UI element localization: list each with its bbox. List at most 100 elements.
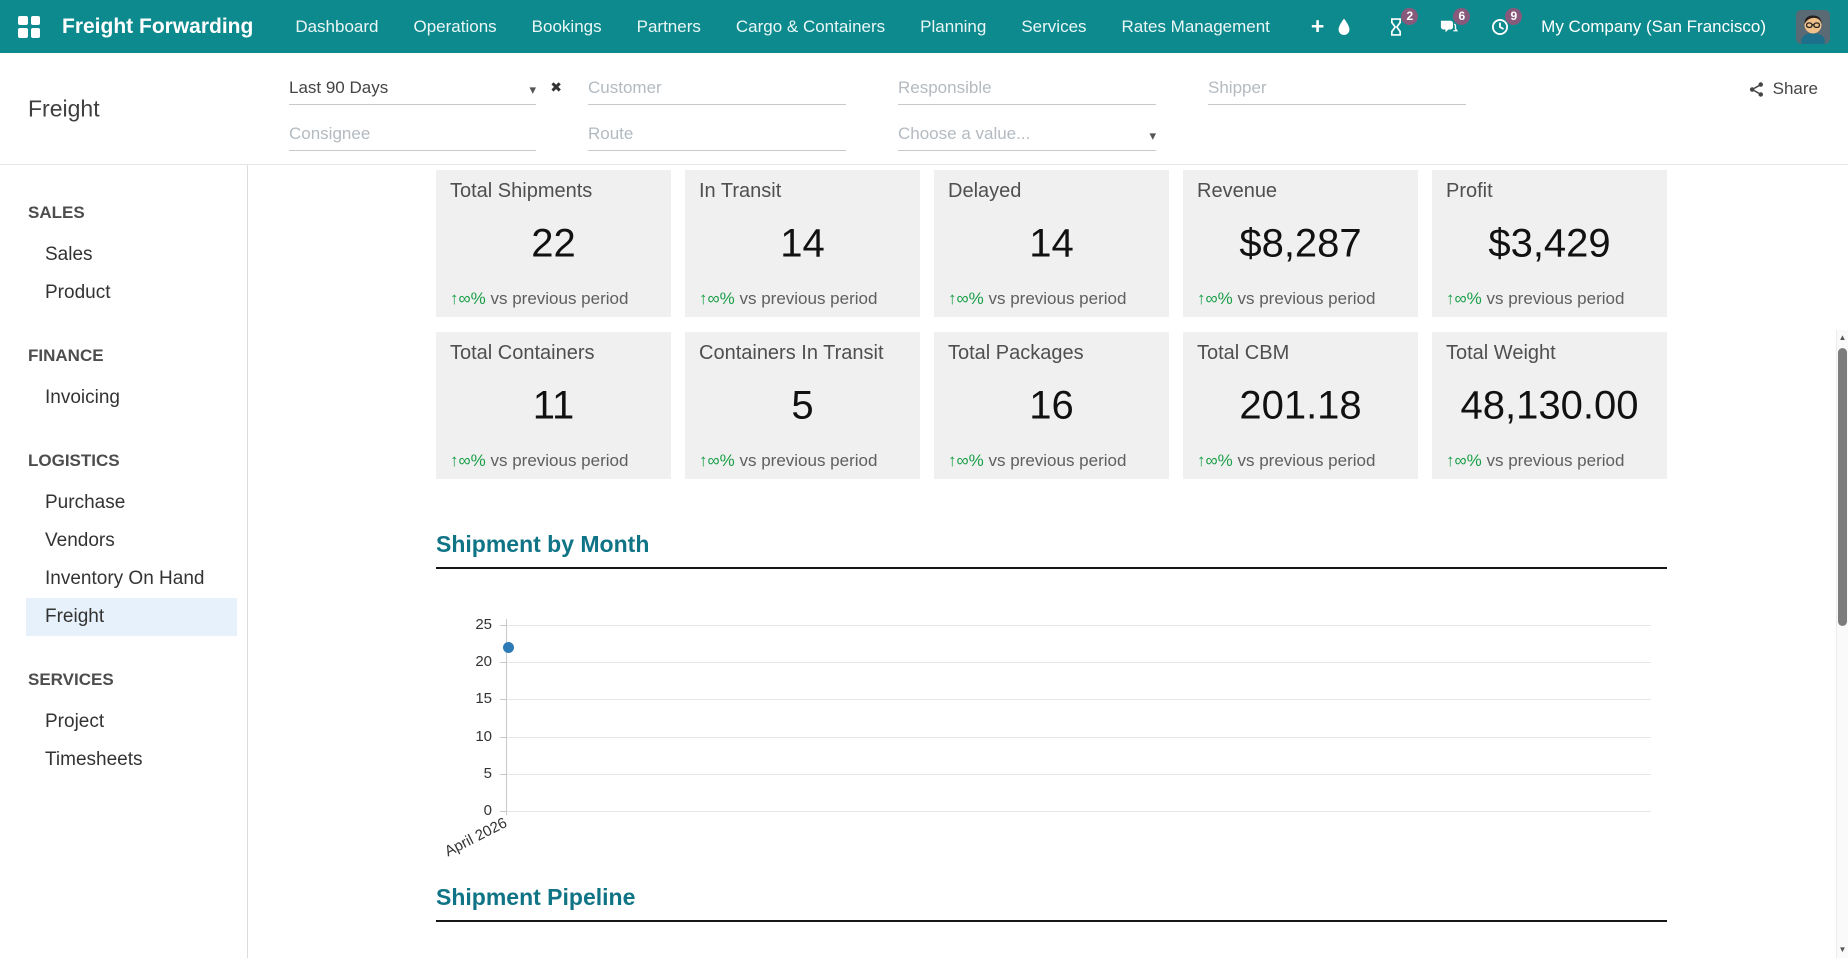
- trend-up-icon: ↑: [1197, 451, 1206, 470]
- customer-filter[interactable]: [588, 69, 846, 105]
- date-range-value[interactable]: Last 90 Days: [289, 78, 523, 98]
- route-input[interactable]: [588, 124, 846, 144]
- menu-item-partners[interactable]: Partners: [637, 17, 701, 37]
- company-switcher[interactable]: My Company (San Francisco): [1541, 17, 1766, 37]
- route-filter[interactable]: [588, 115, 846, 151]
- share-button[interactable]: Share: [1748, 79, 1818, 99]
- scroll-up-arrow[interactable]: ▲: [1837, 332, 1848, 344]
- kpi-value: 14: [934, 221, 1169, 266]
- droplet-icon[interactable]: [1333, 16, 1355, 38]
- date-range-filter[interactable]: Last 90 Days ▾ ✖: [289, 69, 536, 105]
- kpi-value: 11: [436, 383, 671, 428]
- trend-value: ∞%: [1455, 289, 1482, 308]
- kpi-card-total-cbm: Total CBM 201.18 ↑∞% vs previous period: [1183, 332, 1418, 479]
- shipper-input[interactable]: [1208, 78, 1466, 98]
- menu-item-operations[interactable]: Operations: [414, 17, 497, 37]
- kpi-label: Total Weight: [1446, 342, 1653, 365]
- dashboard-content: Total Shipments 22 ↑∞% vs previous perio…: [248, 165, 1848, 958]
- kpi-label: Containers In Transit: [699, 342, 906, 365]
- sidebar-item-product[interactable]: Product: [26, 274, 237, 312]
- consignee-input[interactable]: [289, 124, 536, 144]
- kpi-label: Total Shipments: [450, 180, 657, 203]
- kpi-trend: ↑∞% vs previous period: [1446, 451, 1624, 471]
- responsible-input[interactable]: [898, 78, 1156, 98]
- kpi-value: 22: [436, 221, 671, 266]
- hourglass-icon[interactable]: 2: [1385, 16, 1407, 38]
- hourglass-badge: 2: [1401, 8, 1418, 25]
- kpi-label: Profit: [1446, 180, 1653, 203]
- sidebar-item-inventory-on-hand[interactable]: Inventory On Hand: [26, 560, 237, 598]
- kpi-trend: ↑∞% vs previous period: [450, 289, 628, 309]
- choose-value-select[interactable]: Choose a value... ▾: [898, 115, 1156, 151]
- kpi-trend: ↑∞% vs previous period: [1197, 289, 1375, 309]
- main-menu: Dashboard Operations Bookings Partners C…: [295, 13, 1324, 40]
- menu-item-bookings[interactable]: Bookings: [532, 17, 602, 37]
- kpi-value: 201.18: [1183, 383, 1418, 428]
- trend-up-icon: ↑: [1446, 289, 1455, 308]
- responsible-filter[interactable]: [898, 69, 1156, 105]
- choose-value-placeholder[interactable]: Choose a value...: [898, 124, 1143, 144]
- kpi-value: 14: [685, 221, 920, 266]
- add-menu-button[interactable]: +: [1311, 13, 1324, 40]
- kpi-label: In Transit: [699, 180, 906, 203]
- app-title[interactable]: Freight Forwarding: [62, 15, 253, 39]
- scroll-down-arrow[interactable]: ▼: [1837, 944, 1848, 956]
- sidebar-item-sales[interactable]: Sales: [26, 236, 237, 274]
- caret-down-icon[interactable]: ▾: [1149, 128, 1156, 144]
- kpi-label: Total Packages: [948, 342, 1155, 365]
- shipper-filter[interactable]: [1208, 69, 1466, 105]
- control-panel: Freight Last 90 Days ▾ ✖ Choose a value.…: [0, 53, 1848, 165]
- vertical-scrollbar[interactable]: ▲ ▼: [1836, 330, 1848, 958]
- apps-grid-icon[interactable]: [18, 16, 40, 38]
- trend-up-icon: ↑: [450, 451, 459, 470]
- kpi-label: Delayed: [948, 180, 1155, 203]
- kpi-value: 5: [685, 383, 920, 428]
- trend-value: ∞%: [459, 289, 486, 308]
- chat-icon[interactable]: 6: [1437, 16, 1459, 38]
- menu-item-dashboard[interactable]: Dashboard: [295, 17, 378, 37]
- chart-gridline: [506, 625, 1651, 626]
- activity-clock-icon[interactable]: 9: [1489, 16, 1511, 38]
- page-title: Freight: [28, 95, 100, 122]
- y-axis-tick-label: 10: [436, 728, 492, 746]
- sidebar-item-freight[interactable]: Freight: [26, 598, 237, 636]
- section-title-shipment-pipeline: Shipment Pipeline: [436, 884, 1667, 922]
- menu-item-cargo-containers[interactable]: Cargo & Containers: [736, 17, 885, 37]
- menu-item-planning[interactable]: Planning: [920, 17, 986, 37]
- consignee-filter[interactable]: [289, 115, 536, 151]
- sidebar-header-sales: SALES: [0, 199, 247, 227]
- clear-filter-icon[interactable]: ✖: [550, 79, 562, 96]
- share-icon: [1748, 81, 1765, 98]
- kpi-trend: ↑∞% vs previous period: [1197, 451, 1375, 471]
- sidebar-item-vendors[interactable]: Vendors: [26, 522, 237, 560]
- kpi-trend: ↑∞% vs previous period: [699, 289, 877, 309]
- sidebar-item-invoicing[interactable]: Invoicing: [26, 379, 237, 417]
- trend-up-icon: ↑: [1197, 289, 1206, 308]
- kpi-card-profit: Profit $3,429 ↑∞% vs previous period: [1432, 170, 1667, 317]
- kpi-card-containers-in-transit: Containers In Transit 5 ↑∞% vs previous …: [685, 332, 920, 479]
- chart-gridline: [506, 811, 1651, 812]
- trend-value: ∞%: [1455, 451, 1482, 470]
- trend-up-icon: ↑: [1446, 451, 1455, 470]
- customer-input[interactable]: [588, 78, 846, 98]
- kpi-card-delayed: Delayed 14 ↑∞% vs previous period: [934, 170, 1169, 317]
- scrollbar-thumb[interactable]: [1838, 348, 1847, 626]
- menu-item-services[interactable]: Services: [1021, 17, 1086, 37]
- menu-item-rates-management[interactable]: Rates Management: [1122, 17, 1270, 37]
- caret-down-icon[interactable]: ▾: [529, 82, 536, 98]
- trend-text: vs previous period: [490, 451, 628, 470]
- avatar[interactable]: [1796, 10, 1830, 44]
- activity-badge: 9: [1505, 8, 1522, 25]
- kpi-trend: ↑∞% vs previous period: [450, 451, 628, 471]
- sidebar-item-timesheets[interactable]: Timesheets: [26, 741, 237, 779]
- sidebar-item-purchase[interactable]: Purchase: [26, 484, 237, 522]
- trend-value: ∞%: [1206, 451, 1233, 470]
- sidebar-header-finance: FINANCE: [0, 342, 247, 370]
- trend-value: ∞%: [957, 289, 984, 308]
- trend-text: vs previous period: [490, 289, 628, 308]
- trend-value: ∞%: [1206, 289, 1233, 308]
- y-axis-tick-label: 15: [436, 690, 492, 708]
- kpi-card-total-weight: Total Weight 48,130.00 ↑∞% vs previous p…: [1432, 332, 1667, 479]
- sidebar-item-project[interactable]: Project: [26, 703, 237, 741]
- trend-up-icon: ↑: [699, 451, 708, 470]
